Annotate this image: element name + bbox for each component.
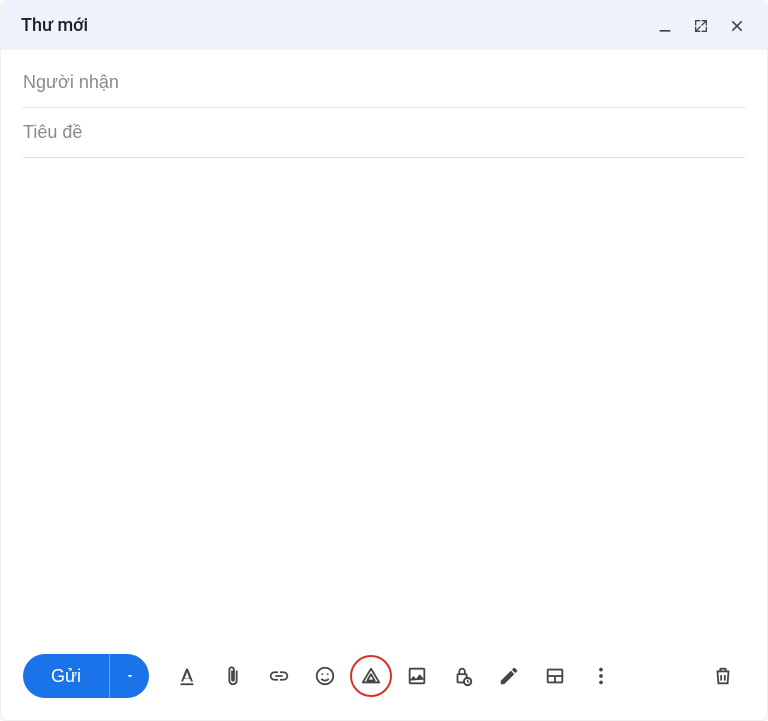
send-options-button[interactable] bbox=[109, 654, 149, 698]
fullscreen-button[interactable] bbox=[691, 16, 711, 36]
minimize-icon bbox=[657, 18, 673, 34]
layout-button[interactable] bbox=[533, 654, 577, 698]
attach-button[interactable] bbox=[211, 654, 255, 698]
compose-window: Thư mới Gửi bbox=[0, 0, 768, 721]
recipients-field bbox=[23, 58, 745, 108]
insert-link-button[interactable] bbox=[257, 654, 301, 698]
lock-clock-icon bbox=[452, 665, 474, 687]
insert-drive-button[interactable] bbox=[349, 654, 393, 698]
formatting-button[interactable] bbox=[165, 654, 209, 698]
layout-icon bbox=[544, 665, 566, 687]
minimize-button[interactable] bbox=[655, 16, 675, 36]
more-vert-icon bbox=[590, 665, 612, 687]
text-format-icon bbox=[176, 665, 198, 687]
compose-toolbar: Gửi bbox=[1, 640, 767, 720]
insert-signature-button[interactable] bbox=[487, 654, 531, 698]
insert-emoji-button[interactable] bbox=[303, 654, 347, 698]
insert-photo-button[interactable] bbox=[395, 654, 439, 698]
recipients-input[interactable] bbox=[23, 72, 745, 93]
send-button[interactable]: Gửi bbox=[23, 654, 109, 698]
paperclip-icon bbox=[222, 665, 244, 687]
compose-fields bbox=[1, 50, 767, 158]
discard-draft-button[interactable] bbox=[701, 654, 745, 698]
more-options-button[interactable] bbox=[579, 654, 623, 698]
subject-input[interactable] bbox=[23, 122, 745, 143]
close-icon bbox=[729, 18, 745, 34]
window-controls bbox=[655, 16, 747, 36]
trash-icon bbox=[712, 665, 734, 687]
image-icon bbox=[406, 665, 428, 687]
compose-title: Thư mới bbox=[21, 15, 88, 36]
send-group: Gửi bbox=[23, 654, 149, 698]
close-button[interactable] bbox=[727, 16, 747, 36]
drive-icon bbox=[360, 665, 382, 687]
link-icon bbox=[268, 665, 290, 687]
pen-icon bbox=[498, 665, 520, 687]
message-body[interactable] bbox=[1, 158, 767, 640]
subject-field bbox=[23, 108, 745, 158]
chevron-down-icon bbox=[124, 670, 136, 682]
confidential-mode-button[interactable] bbox=[441, 654, 485, 698]
emoji-icon bbox=[314, 665, 336, 687]
fullscreen-icon bbox=[693, 18, 709, 34]
compose-header: Thư mới bbox=[1, 1, 767, 50]
